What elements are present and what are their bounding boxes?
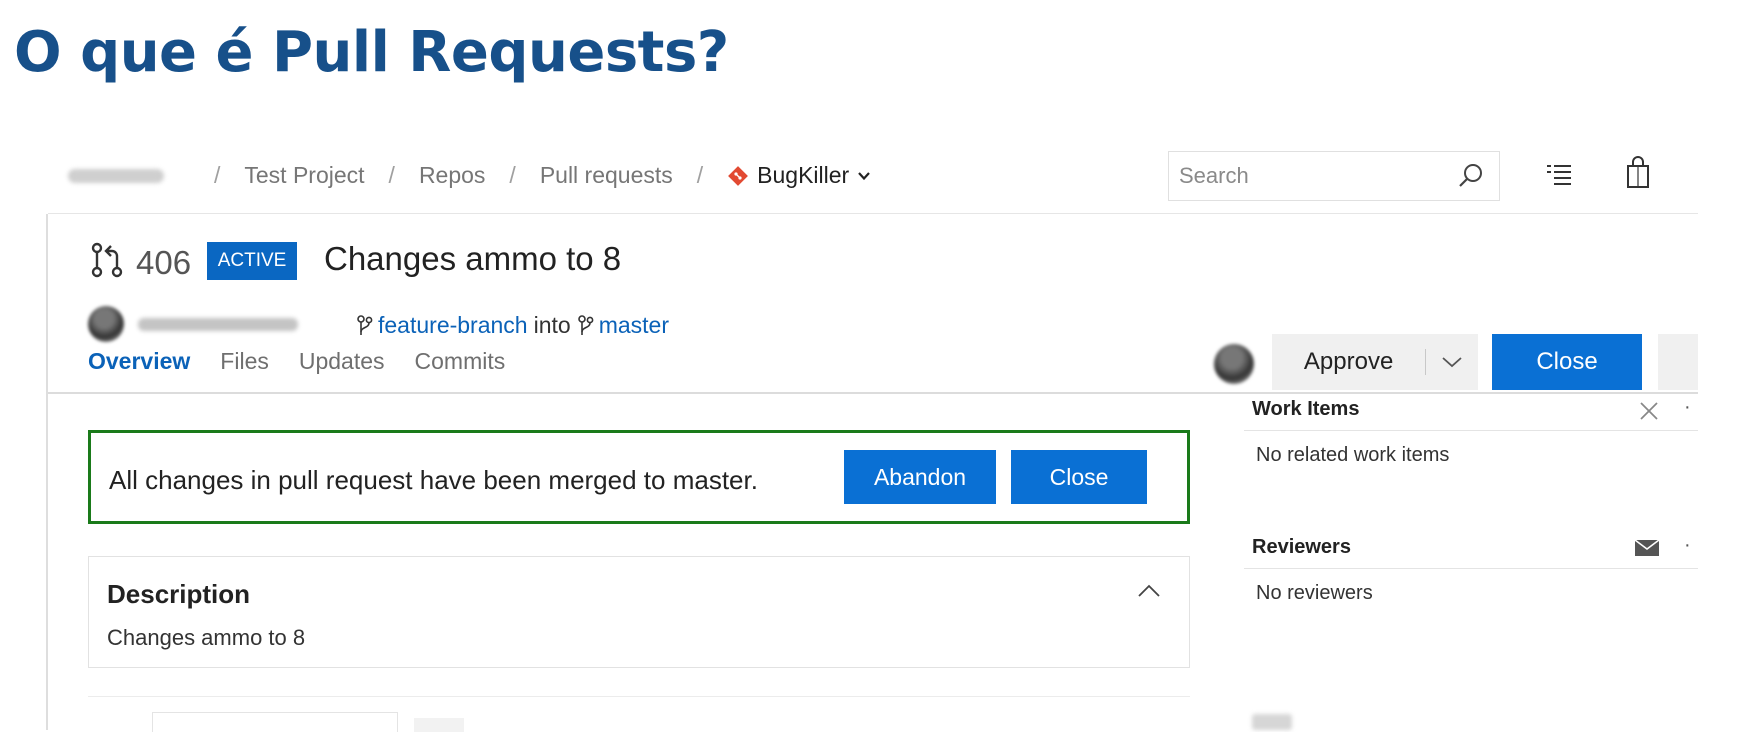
breadcrumb-separator: / bbox=[509, 162, 516, 188]
work-items-empty: No related work items bbox=[1256, 444, 1450, 466]
tab-commits[interactable]: Commits bbox=[415, 348, 506, 375]
branch-icon bbox=[357, 314, 373, 335]
work-list-icon[interactable] bbox=[1544, 160, 1574, 190]
abandon-button[interactable]: Abandon bbox=[844, 450, 996, 504]
git-repo-icon bbox=[728, 165, 749, 186]
into-label: into bbox=[533, 312, 571, 338]
tab-files[interactable]: Files bbox=[220, 348, 269, 375]
pull-request-number: 406 bbox=[136, 244, 192, 281]
source-branch-link[interactable]: feature-branch bbox=[378, 312, 528, 339]
reviewers-empty: No reviewers bbox=[1256, 582, 1373, 604]
pull-request-icon bbox=[91, 242, 123, 278]
merge-status-banner: All changes in pull request have been me… bbox=[88, 430, 1190, 524]
banner-close-button[interactable]: Close bbox=[1011, 450, 1147, 504]
reviewers-title: Reviewers bbox=[1252, 536, 1351, 558]
breadcrumb-separator: / bbox=[388, 162, 395, 188]
organization-name-blurred[interactable] bbox=[68, 168, 164, 183]
comment-action-partial[interactable] bbox=[414, 718, 464, 732]
slide-title: O que é Pull Requests? bbox=[14, 20, 729, 85]
close-icon[interactable] bbox=[1638, 400, 1660, 422]
top-navigation-bar: / Test Project / Repos / Pull requests /… bbox=[48, 142, 1698, 214]
search-icon[interactable] bbox=[1457, 162, 1485, 190]
breadcrumb-repos[interactable]: Repos bbox=[419, 162, 485, 189]
pull-request-overview: All changes in pull request have been me… bbox=[48, 396, 1698, 732]
author-avatar[interactable] bbox=[88, 306, 124, 342]
branch-info: feature-branch into master bbox=[356, 312, 669, 339]
breadcrumb-project[interactable]: Test Project bbox=[244, 162, 364, 189]
repository-selector[interactable]: BugKiller bbox=[757, 162, 849, 189]
side-divider bbox=[1244, 568, 1698, 569]
author-name-blurred[interactable] bbox=[138, 318, 298, 331]
search-input[interactable] bbox=[1179, 163, 1439, 189]
approve-button-label[interactable]: Approve bbox=[1272, 348, 1425, 376]
side-divider bbox=[1244, 430, 1698, 431]
tab-updates[interactable]: Updates bbox=[299, 348, 385, 375]
work-items-more-icon[interactable]: · bbox=[1684, 396, 1691, 419]
pull-request-tabs: Overview Files Updates Commits bbox=[88, 348, 535, 375]
breadcrumb-pull-requests[interactable]: Pull requests bbox=[540, 162, 673, 189]
azure-devops-screenshot: / Test Project / Repos / Pull requests /… bbox=[48, 142, 1698, 732]
current-user-avatar[interactable] bbox=[1214, 344, 1254, 384]
work-items-title: Work Items bbox=[1252, 398, 1360, 420]
description-card: Description Changes ammo to 8 bbox=[88, 556, 1190, 668]
close-pull-request-button[interactable]: Close bbox=[1492, 334, 1642, 390]
pull-request-title[interactable]: Changes ammo to 8 bbox=[324, 240, 621, 278]
chevron-down-icon[interactable] bbox=[857, 169, 871, 183]
tab-overview[interactable]: Overview bbox=[88, 348, 190, 375]
comment-input-partial[interactable] bbox=[152, 712, 398, 732]
description-title: Description bbox=[107, 579, 251, 609]
status-badge: ACTIVE bbox=[207, 242, 297, 280]
description-text[interactable]: Changes ammo to 8 bbox=[107, 625, 305, 651]
mail-icon[interactable] bbox=[1634, 538, 1660, 558]
approve-options-dropdown[interactable] bbox=[1426, 334, 1478, 390]
reviewers-more-icon[interactable]: · bbox=[1684, 534, 1691, 557]
target-branch-link[interactable]: master bbox=[599, 312, 669, 339]
branch-icon bbox=[577, 314, 594, 335]
next-section-partial bbox=[1252, 714, 1292, 730]
breadcrumb-separator: / bbox=[214, 162, 221, 188]
breadcrumb: / Test Project / Repos / Pull requests /… bbox=[68, 162, 871, 189]
section-divider bbox=[88, 696, 1190, 697]
chevron-up-icon[interactable] bbox=[1137, 583, 1161, 599]
approve-button[interactable]: Approve bbox=[1272, 334, 1478, 390]
search-box[interactable] bbox=[1168, 151, 1500, 201]
merge-status-message: All changes in pull request have been me… bbox=[109, 465, 758, 495]
more-actions-button[interactable] bbox=[1658, 334, 1698, 390]
shopping-bag-icon[interactable] bbox=[1624, 156, 1652, 190]
pull-request-header: 406 ACTIVE Changes ammo to 8 feature-bra… bbox=[48, 214, 1698, 394]
side-panel: Work Items · No related work items Revie… bbox=[1244, 396, 1698, 732]
chevron-down-icon bbox=[1442, 357, 1462, 368]
breadcrumb-separator: / bbox=[696, 162, 704, 188]
